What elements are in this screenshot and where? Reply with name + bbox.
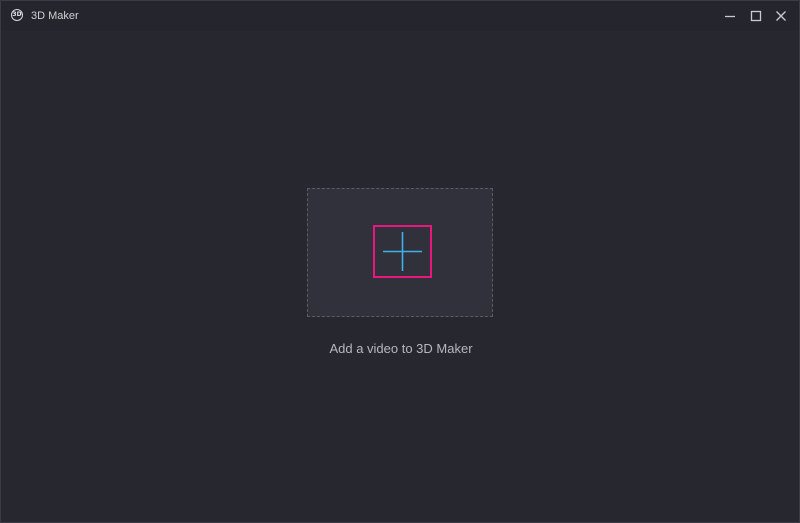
add-video-button[interactable] (373, 225, 432, 278)
maximize-icon (750, 10, 762, 22)
minimize-icon (725, 15, 735, 18)
maximize-button[interactable] (745, 5, 767, 27)
close-icon (776, 11, 786, 21)
video-dropzone[interactable] (307, 188, 493, 317)
minimize-button[interactable] (719, 5, 741, 27)
title-bar[interactable]: 3D 3D Maker (1, 1, 799, 31)
window-title: 3D Maker (31, 10, 79, 22)
3d-maker-logo-icon: 3D (11, 9, 23, 21)
add-video-hint: Add a video to 3D Maker (329, 341, 473, 356)
app-window: 3D 3D Maker Add a video to 3D Maker (0, 0, 800, 523)
plus-icon (383, 232, 422, 271)
close-button[interactable] (770, 5, 792, 27)
